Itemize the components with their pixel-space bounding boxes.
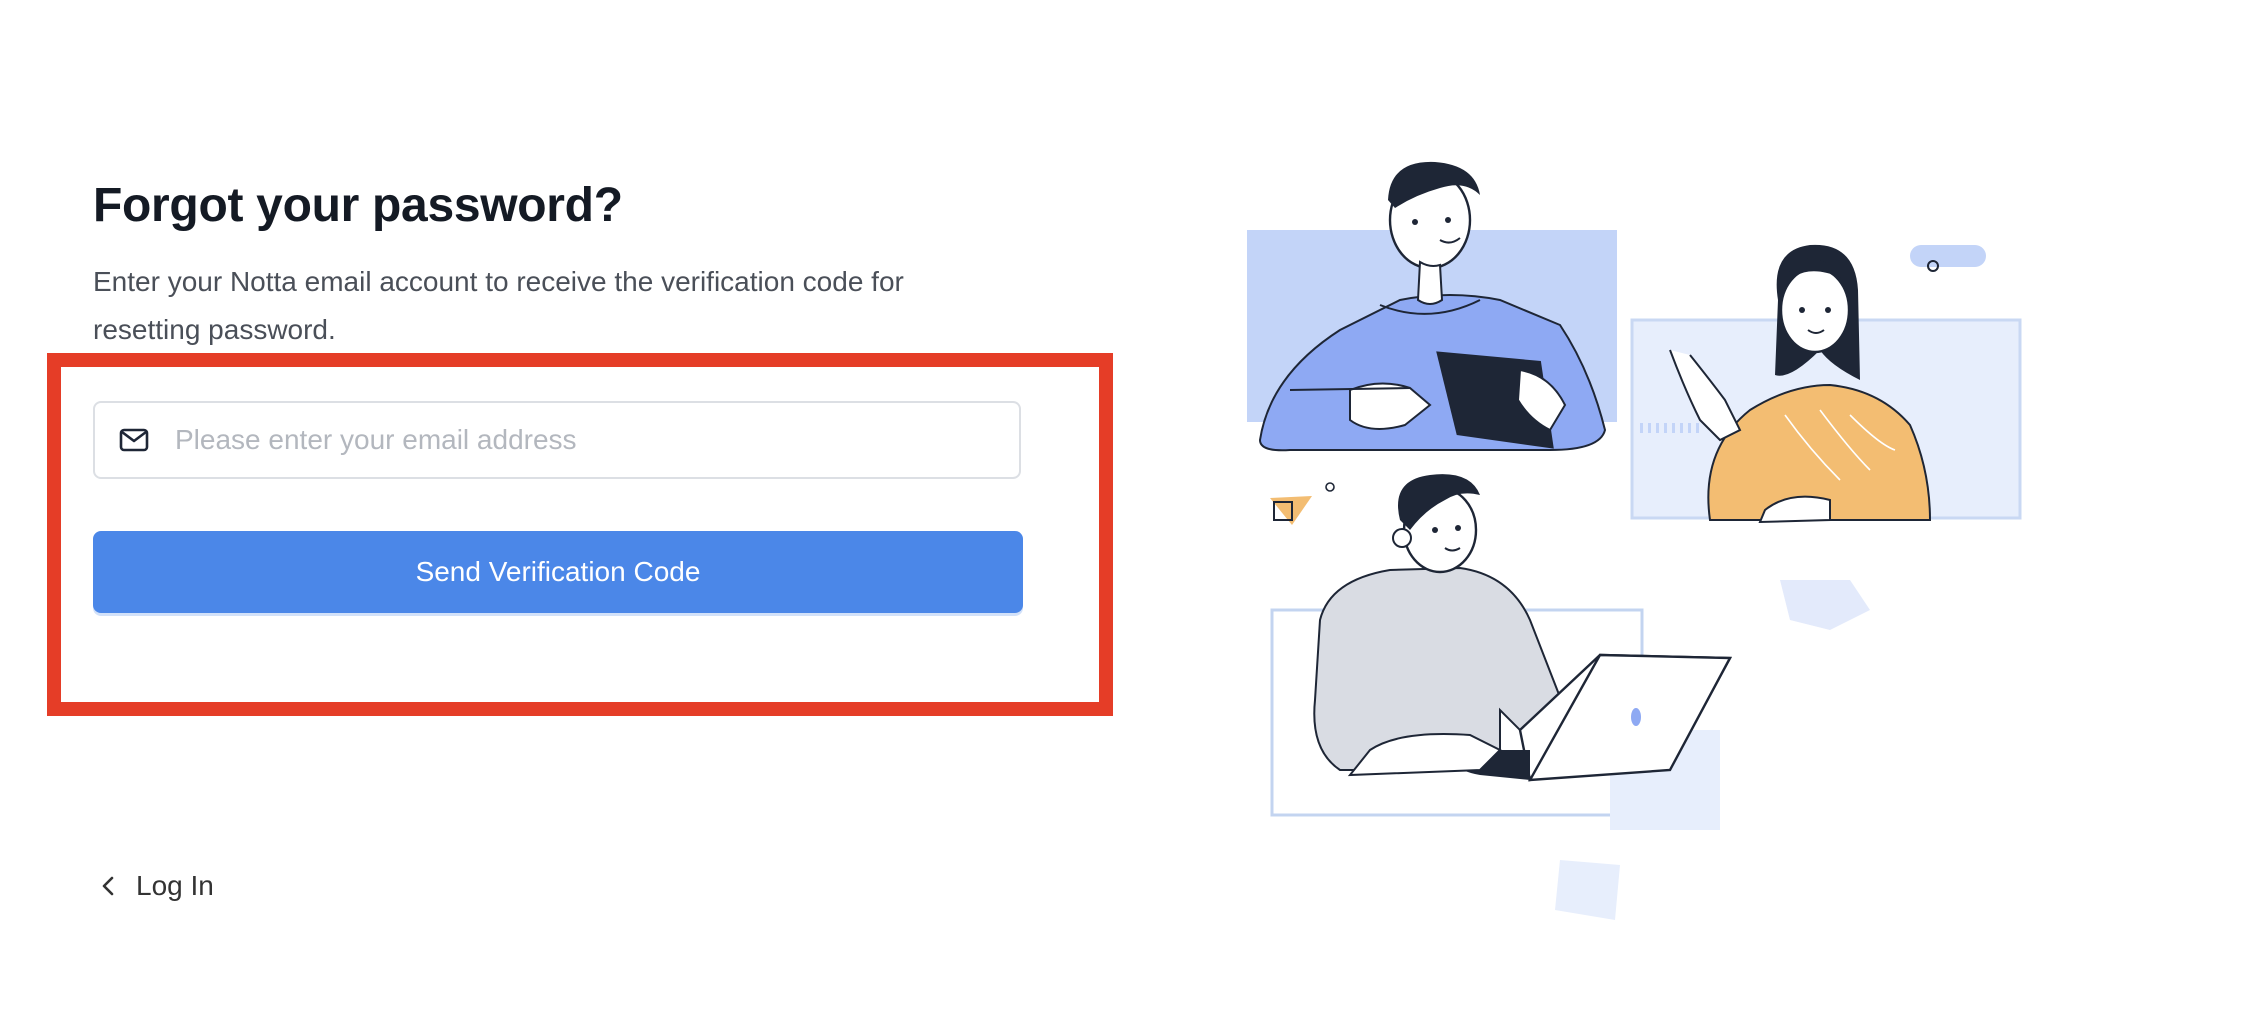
forgot-password-panel: Forgot your password? Enter your Notta e… <box>0 0 1120 1034</box>
login-link-label: Log In <box>136 870 214 901</box>
page-subtitle: Enter your Notta email account to receiv… <box>93 266 904 345</box>
collaboration-illustration <box>1230 150 2030 940</box>
chevron-left-icon <box>98 874 118 898</box>
page-title: Forgot your password? <box>93 179 623 232</box>
send-verification-code-button[interactable]: Send Verification Code <box>93 531 1023 613</box>
email-input[interactable] <box>173 423 997 457</box>
chat-bubble <box>1910 245 1986 267</box>
mail-icon <box>119 427 149 453</box>
email-field[interactable] <box>93 401 1021 479</box>
back-to-login-link[interactable]: Log In <box>98 870 214 902</box>
